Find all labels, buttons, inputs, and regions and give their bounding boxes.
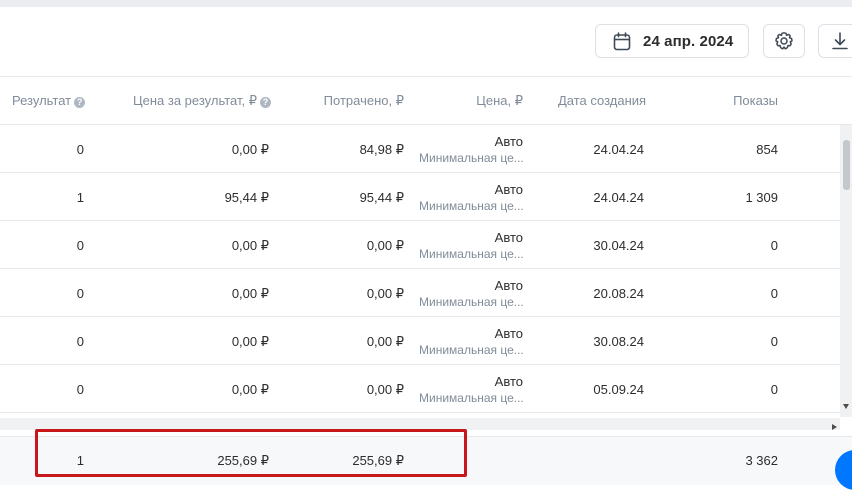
- cell-price-sub: Минимальная це...: [419, 199, 524, 213]
- cell-spent: 0,00 ₽: [366, 238, 404, 253]
- cell-created: 05.09.24: [593, 382, 644, 397]
- date-label: 24 апр. 2024: [643, 32, 734, 50]
- cell-created: 24.04.24: [593, 142, 644, 157]
- cell-spent: 0,00 ₽: [366, 382, 404, 397]
- cell-cost-per-result: 0,00 ₽: [231, 238, 269, 253]
- help-icon[interactable]: ?: [74, 97, 86, 108]
- header-impressions[interactable]: Показы: [733, 77, 778, 125]
- header-cost-per-result-label: Цена за результат, ₽: [133, 93, 257, 108]
- header-result[interactable]: Результат?: [12, 77, 86, 125]
- scroll-down-arrow-icon[interactable]: [843, 404, 849, 409]
- cell-spent: 84,98 ₽: [359, 142, 404, 157]
- cell-created: 24.04.24: [593, 190, 644, 205]
- table-row[interactable]: 0 0,00 ₽ 0,00 ₽ Авто Минимальная це... 3…: [0, 317, 840, 365]
- header-created[interactable]: Дата создания: [558, 77, 646, 125]
- cell-cost-per-result: 95,44 ₽: [224, 190, 269, 205]
- table-row[interactable]: 0 0,00 ₽ 0,00 ₽ Авто Минимальная це... 3…: [0, 221, 840, 269]
- cell-price-sub: Минимальная це...: [419, 247, 524, 261]
- table-row[interactable]: 0 0,00 ₽ 0,00 ₽ Авто Минимальная це... 2…: [0, 269, 840, 317]
- cell-result: 0: [76, 142, 84, 157]
- calendar-icon: [613, 31, 631, 50]
- cell-impressions: 0: [770, 382, 778, 397]
- cell-price-sub: Минимальная це...: [419, 391, 524, 405]
- cell-result: 1: [76, 190, 84, 205]
- cell-impressions: 1 309: [745, 190, 778, 205]
- cell-result: 0: [76, 286, 84, 301]
- cell-created: 30.08.24: [593, 334, 644, 349]
- gear-icon: [775, 32, 793, 50]
- cell-price: Авто: [494, 326, 523, 341]
- cell-created: 20.08.24: [593, 286, 644, 301]
- scroll-right-arrow-icon[interactable]: [832, 424, 837, 430]
- header-spent[interactable]: Потрачено, ₽: [324, 77, 404, 125]
- header-cost-per-result[interactable]: Цена за результат, ₽?: [133, 77, 271, 125]
- table-row[interactable]: 1 95,44 ₽ 95,44 ₽ Авто Минимальная це...…: [0, 173, 840, 221]
- cell-impressions: 0: [770, 334, 778, 349]
- cell-price-sub: Минимальная це...: [419, 343, 524, 357]
- cell-impressions: 0: [770, 286, 778, 301]
- cell-spent: 0,00 ₽: [366, 334, 404, 349]
- table-row[interactable]: 0 0,00 ₽ 0,00 ₽ Авто Минимальная це... 0…: [0, 365, 840, 413]
- total-impressions: 3 362: [745, 453, 778, 468]
- download-icon: [832, 32, 848, 50]
- cell-price: Авто: [494, 278, 523, 293]
- cell-price: Авто: [494, 182, 523, 197]
- top-strip: [0, 0, 852, 7]
- vertical-scroll-thumb[interactable]: [843, 140, 850, 190]
- cell-price: Авто: [494, 230, 523, 245]
- cell-impressions: 854: [756, 142, 778, 157]
- cell-created: 30.04.24: [593, 238, 644, 253]
- cell-price: Авто: [494, 134, 523, 149]
- cell-spent: 95,44 ₽: [359, 190, 404, 205]
- cell-cost-per-result: 0,00 ₽: [231, 382, 269, 397]
- cell-cost-per-result: 0,00 ₽: [231, 334, 269, 349]
- cell-result: 0: [76, 382, 84, 397]
- highlight-frame: [35, 429, 467, 477]
- cell-price-sub: Минимальная це...: [419, 295, 524, 309]
- cell-cost-per-result: 0,00 ₽: [231, 286, 269, 301]
- table-header: Результат? Цена за результат, ₽? Потраче…: [0, 76, 852, 125]
- cell-price-sub: Минимальная це...: [419, 151, 524, 165]
- cell-result: 0: [76, 334, 84, 349]
- cell-price: Авто: [494, 374, 523, 389]
- help-icon[interactable]: ?: [259, 97, 271, 108]
- settings-button[interactable]: [763, 24, 805, 58]
- cell-spent: 0,00 ₽: [366, 286, 404, 301]
- toolbar: 24 апр. 2024: [0, 7, 852, 76]
- date-picker-button[interactable]: 24 апр. 2024: [595, 24, 749, 58]
- cell-impressions: 0: [770, 238, 778, 253]
- table-row[interactable]: 0 0,00 ₽ 84,98 ₽ Авто Минимальная це... …: [0, 125, 840, 173]
- header-price[interactable]: Цена, ₽: [476, 77, 523, 125]
- download-button[interactable]: [818, 24, 852, 58]
- cell-cost-per-result: 0,00 ₽: [231, 142, 269, 157]
- header-result-label: Результат: [12, 93, 72, 108]
- cell-result: 0: [76, 238, 84, 253]
